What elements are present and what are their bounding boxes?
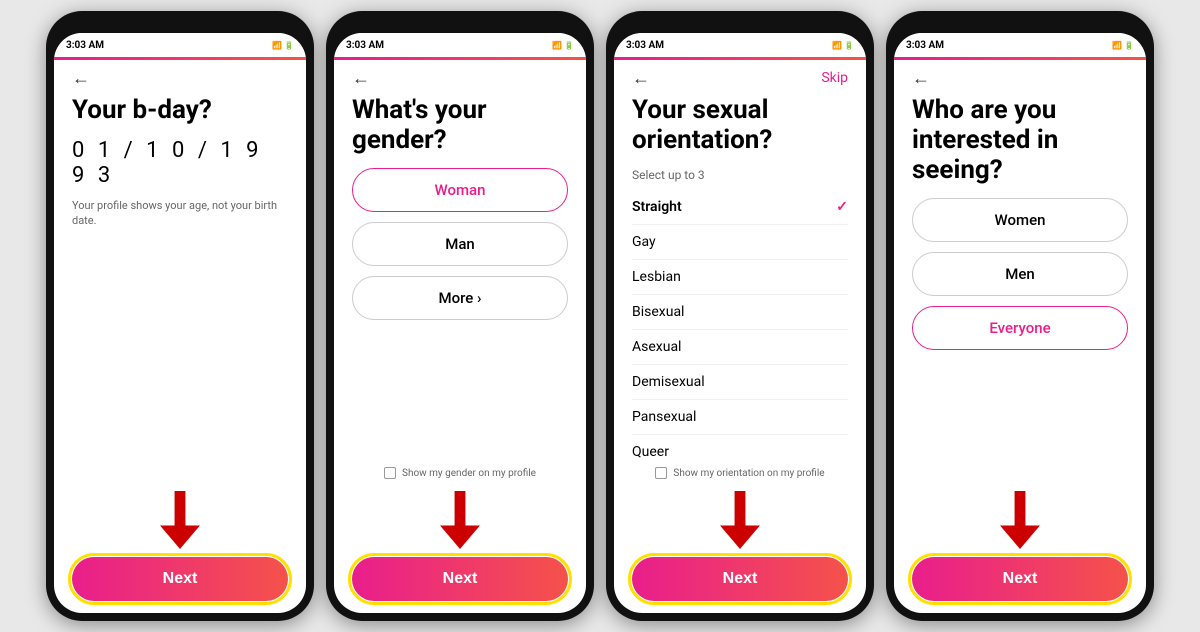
- arrow-container-2: [438, 491, 482, 549]
- interest-men[interactable]: Men: [912, 252, 1128, 296]
- orient-straight[interactable]: Straight ✓: [632, 190, 848, 225]
- checkbox-orientation[interactable]: [655, 467, 667, 479]
- down-arrow-icon-4: [998, 491, 1042, 549]
- orient-label-queer: Queer: [632, 444, 669, 460]
- birthday-display: 0 1 / 1 0 / 1 9 9 3: [72, 138, 288, 188]
- orient-bisexual[interactable]: Bisexual: [632, 295, 848, 330]
- status-icons-2: 📶🔋: [552, 41, 574, 50]
- checkbox-row-3: Show my orientation on my profile: [655, 467, 824, 479]
- check-straight: ✓: [836, 199, 848, 215]
- down-arrow-icon-1: [158, 491, 202, 549]
- orient-label-demisexual: Demisexual: [632, 374, 705, 390]
- gender-option-more[interactable]: More ›: [352, 276, 568, 320]
- bottom-area-1: Next: [72, 487, 288, 601]
- screen-title-1: Your b-day?: [72, 96, 288, 126]
- checkbox-gender[interactable]: [384, 467, 396, 479]
- orient-label-lesbian: Lesbian: [632, 269, 681, 285]
- orient-lesbian[interactable]: Lesbian: [632, 260, 848, 295]
- status-icons-3: 📶🔋: [832, 41, 854, 50]
- interest-everyone[interactable]: Everyone: [912, 306, 1128, 350]
- select-hint: Select up to 3: [632, 168, 848, 182]
- orient-demisexual[interactable]: Demisexual: [632, 365, 848, 400]
- bottom-area-3: Show my orientation on my profile Next: [632, 463, 848, 601]
- checkbox-label-3: Show my orientation on my profile: [673, 468, 824, 479]
- birthday-note: Your profile shows your age, not your bi…: [72, 198, 288, 229]
- orient-label-pansexual: Pansexual: [632, 409, 696, 425]
- phone-birthday: 3:03 AM 📶🔋 ← Your b-day? 0 1 / 1 0 / 1 9…: [46, 11, 314, 621]
- back-button-3[interactable]: ←: [632, 70, 656, 88]
- gender-option-man[interactable]: Man: [352, 222, 568, 266]
- orient-label-asexual: Asexual: [632, 339, 681, 355]
- next-button-2[interactable]: Next: [352, 557, 568, 601]
- checkbox-label-2: Show my gender on my profile: [402, 468, 536, 479]
- time-3: 3:03 AM: [626, 40, 664, 51]
- orient-queer[interactable]: Queer: [632, 435, 848, 463]
- time-1: 3:03 AM: [66, 40, 104, 51]
- phone-orientation: 3:03 AM 📶🔋 ← Skip Your sexual orientatio…: [606, 11, 874, 621]
- orient-label-gay: Gay: [632, 234, 656, 250]
- phone-gender: 3:03 AM 📶🔋 ← What's your gender? Woman M…: [326, 11, 594, 621]
- arrow-container-4: [998, 491, 1042, 549]
- screen-title-3: Your sexual orientation?: [632, 96, 848, 156]
- orient-asexual[interactable]: Asexual: [632, 330, 848, 365]
- arrow-container-3: [718, 491, 762, 549]
- checkbox-row-2: Show my gender on my profile: [384, 467, 536, 479]
- orient-label-straight: Straight: [632, 199, 682, 215]
- phone-interest: 3:03 AM 📶🔋 ← Who are you interested in s…: [886, 11, 1154, 621]
- screen-title-4: Who are you interested in seeing?: [912, 96, 1128, 186]
- down-arrow-icon-2: [438, 491, 482, 549]
- next-button-1[interactable]: Next: [72, 557, 288, 601]
- back-button-1[interactable]: ←: [72, 70, 96, 88]
- bottom-area-2: Show my gender on my profile Next: [352, 463, 568, 601]
- next-button-3[interactable]: Next: [632, 557, 848, 601]
- interest-women[interactable]: Women: [912, 198, 1128, 242]
- back-button-2[interactable]: ←: [352, 70, 376, 88]
- orient-label-bisexual: Bisexual: [632, 304, 684, 320]
- gender-option-woman[interactable]: Woman: [352, 168, 568, 212]
- time-4: 3:03 AM: [906, 40, 944, 51]
- bottom-area-4: Next: [912, 487, 1128, 601]
- time-2: 3:03 AM: [346, 40, 384, 51]
- arrow-container-1: [158, 491, 202, 549]
- next-button-4[interactable]: Next: [912, 557, 1128, 601]
- back-button-4[interactable]: ←: [912, 70, 936, 88]
- screen-title-2: What's your gender?: [352, 96, 568, 156]
- status-bar-4: 3:03 AM 📶🔋: [894, 33, 1146, 57]
- orient-pansexual[interactable]: Pansexual: [632, 400, 848, 435]
- status-icons-1: 📶🔋: [272, 41, 294, 50]
- status-bar-1: 3:03 AM 📶🔋: [54, 33, 306, 57]
- down-arrow-icon-3: [718, 491, 762, 549]
- skip-button[interactable]: Skip: [821, 70, 848, 86]
- status-bar-2: 3:03 AM 📶🔋: [334, 33, 586, 57]
- status-icons-4: 📶🔋: [1112, 41, 1134, 50]
- status-bar-3: 3:03 AM 📶🔋: [614, 33, 866, 57]
- orient-gay[interactable]: Gay: [632, 225, 848, 260]
- orientation-list: Straight ✓ Gay Lesbian Bisexual Asexual …: [632, 190, 848, 463]
